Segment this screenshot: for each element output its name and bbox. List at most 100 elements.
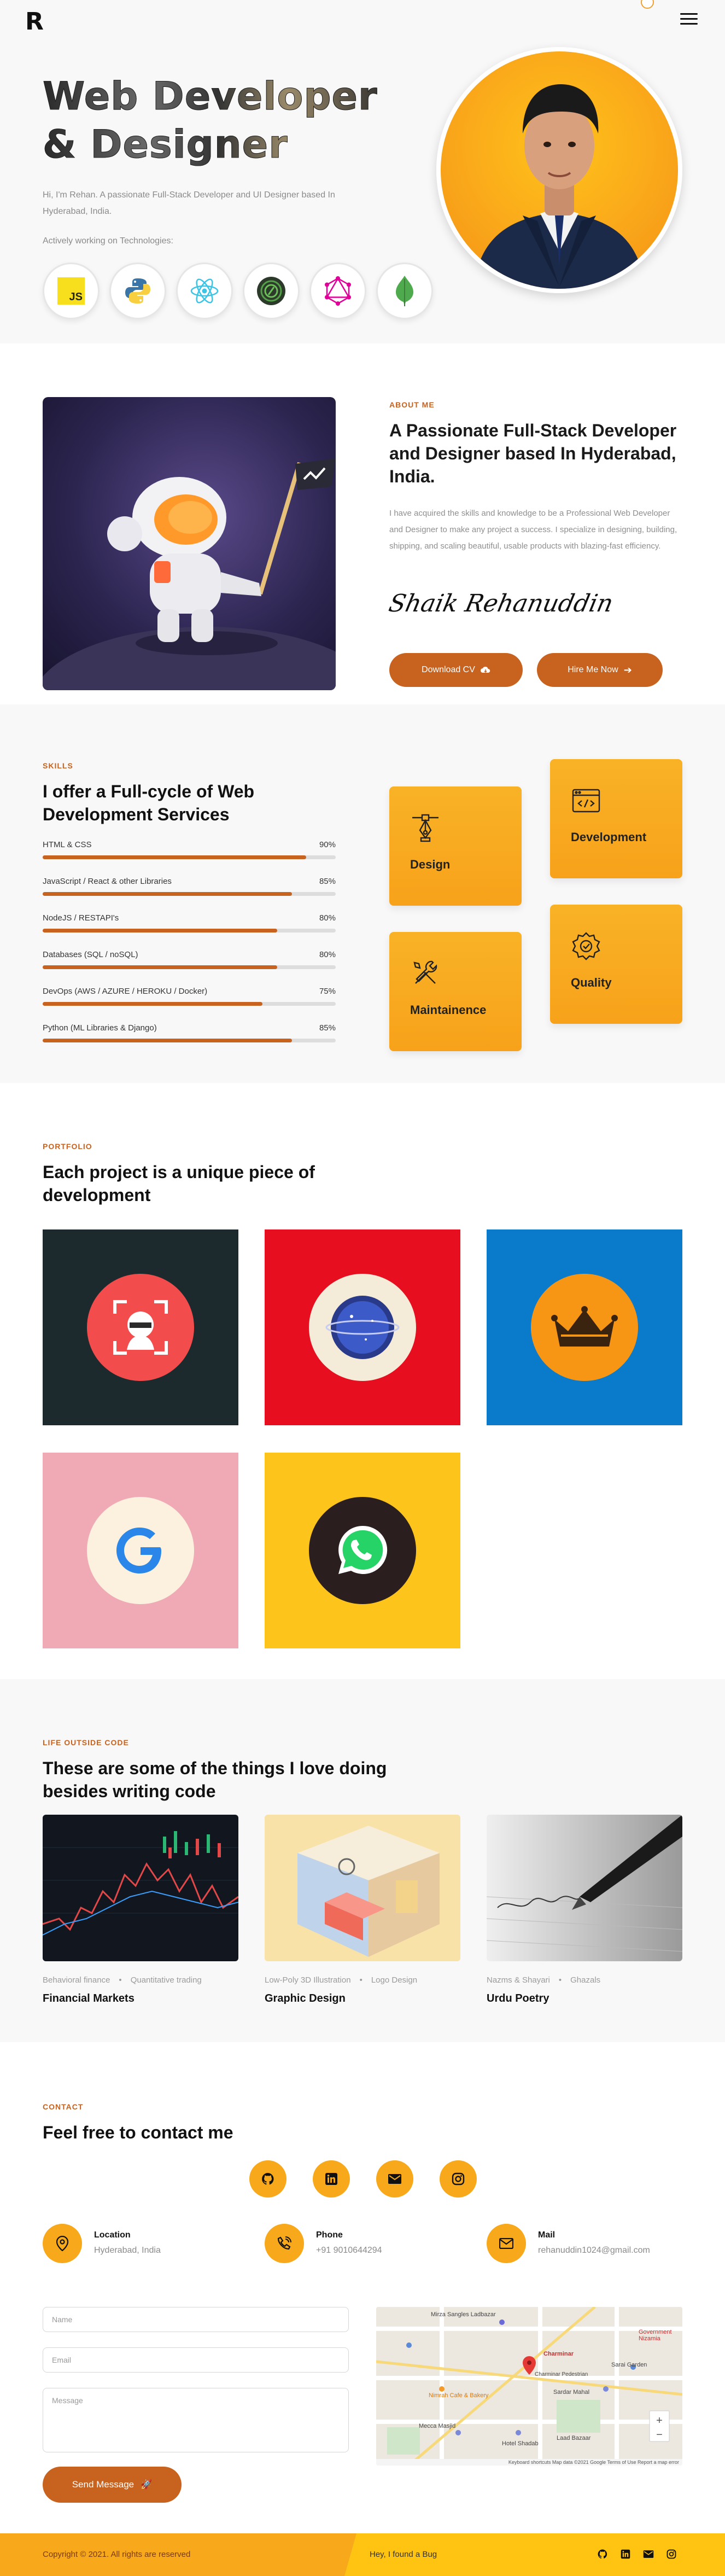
react-icon — [176, 263, 233, 319]
hero-intro: Hi, I'm Rehan. A passionate Full-Stack D… — [43, 190, 335, 216]
skill-bar-fill — [43, 855, 307, 859]
map-label: Sarai Garden — [611, 2362, 647, 2368]
service-card-maintainence[interactable]: Maintainence — [389, 932, 522, 1051]
contact-section: CONTACT Feel free to contact me Location… — [0, 2042, 725, 2533]
skill-bar-fill — [43, 1039, 292, 1042]
skill-percent: 85% — [319, 877, 336, 886]
tag: Quantitative trading — [130, 1975, 202, 1985]
tag: Logo Design — [371, 1975, 418, 1985]
about-section: ABOUT ME A Passionate Full-Stack Develop… — [0, 343, 725, 704]
mail-icon[interactable] — [376, 2160, 413, 2198]
tag: Behavioral finance — [43, 1975, 110, 1985]
github-icon[interactable] — [596, 2548, 609, 2561]
crown-icon — [551, 1306, 618, 1347]
service-card-design[interactable]: Design — [389, 786, 522, 906]
astronaut-illustration — [43, 397, 336, 690]
copyright-text: Copyright © 2021. All rights are reserve… — [43, 2550, 191, 2559]
social-links — [249, 2160, 477, 2198]
skill-item: JavaScript / React & other Libraries 85% — [43, 877, 336, 913]
download-cv-button[interactable]: Download CV — [389, 653, 523, 687]
mail-title: Mail — [538, 2230, 556, 2240]
menu-icon[interactable] — [680, 13, 698, 26]
portfolio-title: Each project is a unique piece of develo… — [43, 1162, 315, 1205]
quality-badge-icon — [572, 932, 600, 960]
life-label: LIFE OUTSIDE CODE — [43, 1738, 129, 1747]
send-message-button[interactable]: Send Message 🚀 — [43, 2467, 182, 2503]
contact-mail: Mail rehanuddin1024@gmail.com — [487, 2224, 694, 2268]
project-card-face-recognition[interactable] — [43, 1229, 238, 1425]
svg-text:−: − — [656, 2429, 663, 2441]
contact-phone: Phone +91 9010644294 — [265, 2224, 472, 2268]
life-card-finance[interactable]: Behavioral finance • Quantitative trading … — [43, 1815, 238, 2005]
linkedin-icon[interactable] — [619, 2548, 632, 2561]
report-bug-link[interactable]: Hey, I found a Bug — [370, 2550, 437, 2559]
instagram-icon[interactable] — [440, 2160, 477, 2198]
map-label: Government Nizamia — [639, 2329, 672, 2342]
skills-title: I offer a Full-cycle of Web Development … — [43, 782, 255, 824]
hero-title-line2: & Designer — [43, 122, 288, 167]
skill-name: DevOps (AWS / AZURE / HEROKU / Docker) — [43, 987, 208, 996]
send-message-label: Send Message — [72, 2479, 135, 2490]
service-name: Maintainence — [410, 1003, 487, 1017]
map-attribution[interactable]: Keyboard shortcuts Map data ©2021 Google… — [508, 2460, 679, 2465]
project-card-space[interactable] — [265, 1229, 460, 1425]
skill-bar — [43, 855, 336, 859]
message-input[interactable] — [43, 2388, 349, 2452]
service-name: Quality — [571, 976, 612, 989]
room-illustration-image — [265, 1815, 460, 1961]
service-card-quality[interactable]: Quality — [550, 905, 682, 1024]
mongodb-icon — [376, 263, 433, 319]
whatsapp-icon — [338, 1525, 388, 1574]
project-card-google[interactable] — [43, 1453, 238, 1648]
portfolio-label: PORTFOLIO — [43, 1142, 92, 1151]
service-card-development[interactable]: Development — [550, 759, 682, 878]
hero-section: Web Developer & Designer Hi, I'm Rehan. … — [0, 44, 725, 343]
github-icon[interactable] — [249, 2160, 287, 2198]
name-input[interactable] — [43, 2307, 349, 2332]
hire-me-button[interactable]: Hire Me Now ➔ — [537, 653, 663, 687]
linkedin-icon[interactable] — [313, 2160, 350, 2198]
graphql-icon — [309, 263, 366, 319]
life-card-graphic[interactable]: Low-Poly 3D Illustration • Logo Design Gra… — [265, 1815, 460, 2005]
site-logo[interactable]: R — [25, 8, 44, 36]
skill-bar — [43, 1039, 336, 1042]
skill-name: Python (ML Libraries & Django) — [43, 1023, 157, 1033]
skill-percent: 90% — [319, 840, 336, 849]
skill-bar-fill — [43, 965, 277, 969]
life-card-poetry[interactable]: Nazms & Shayari • Ghazals Urdu Poetry — [487, 1815, 682, 2005]
skill-bar-fill — [43, 1002, 262, 1006]
skill-bar — [43, 1002, 336, 1006]
stock-chart-image — [43, 1815, 238, 1961]
theme-toggle-icon[interactable] — [641, 0, 654, 9]
life-card-title: Graphic Design — [265, 1992, 346, 2004]
google-map[interactable]: + − Mirza Sangles Ladbazar Charminar Nim… — [376, 2307, 682, 2466]
email-input[interactable] — [43, 2347, 349, 2373]
map-label: Charminar — [543, 2351, 574, 2357]
project-card-crown[interactable] — [487, 1229, 682, 1425]
skill-item: DevOps (AWS / AZURE / HEROKU / Docker) 75… — [43, 987, 336, 1023]
skill-name: HTML & CSS — [43, 840, 92, 849]
about-label: ABOUT ME — [389, 400, 435, 409]
footer: Copyright © 2021. All rights are reserve… — [0, 2533, 725, 2576]
phone-value[interactable]: +91 9010644294 — [316, 2246, 382, 2256]
project-card-whatsapp[interactable] — [265, 1453, 460, 1648]
skill-bar — [43, 965, 336, 969]
location-pin-icon — [43, 2224, 82, 2263]
skill-list: HTML & CSS 90% JavaScript / React & other… — [43, 840, 336, 1060]
skill-name: Databases (SQL / noSQL) — [43, 950, 138, 959]
map-label: Sardar Mahal — [553, 2389, 590, 2396]
life-tags: Nazms & Shayari • Ghazals — [487, 1975, 601, 1985]
skill-bar-fill — [43, 929, 277, 933]
cloud-download-icon — [480, 666, 490, 673]
skill-percent: 80% — [319, 913, 336, 923]
skill-percent: 85% — [319, 1023, 336, 1033]
skills-section: SKILLS I offer a Full-cycle of Web Devel… — [0, 704, 725, 1083]
map-label: Nimrah Cafe & Bakery — [429, 2392, 489, 2399]
mail-value[interactable]: rehanuddin1024@gmail.com — [538, 2246, 650, 2256]
mail-icon[interactable] — [642, 2548, 655, 2561]
about-title: A Passionate Full-Stack Developer and De… — [389, 421, 677, 486]
envelope-icon — [487, 2224, 526, 2263]
python-icon — [109, 263, 166, 319]
google-g-icon — [116, 1528, 161, 1573]
instagram-icon[interactable] — [665, 2548, 678, 2561]
